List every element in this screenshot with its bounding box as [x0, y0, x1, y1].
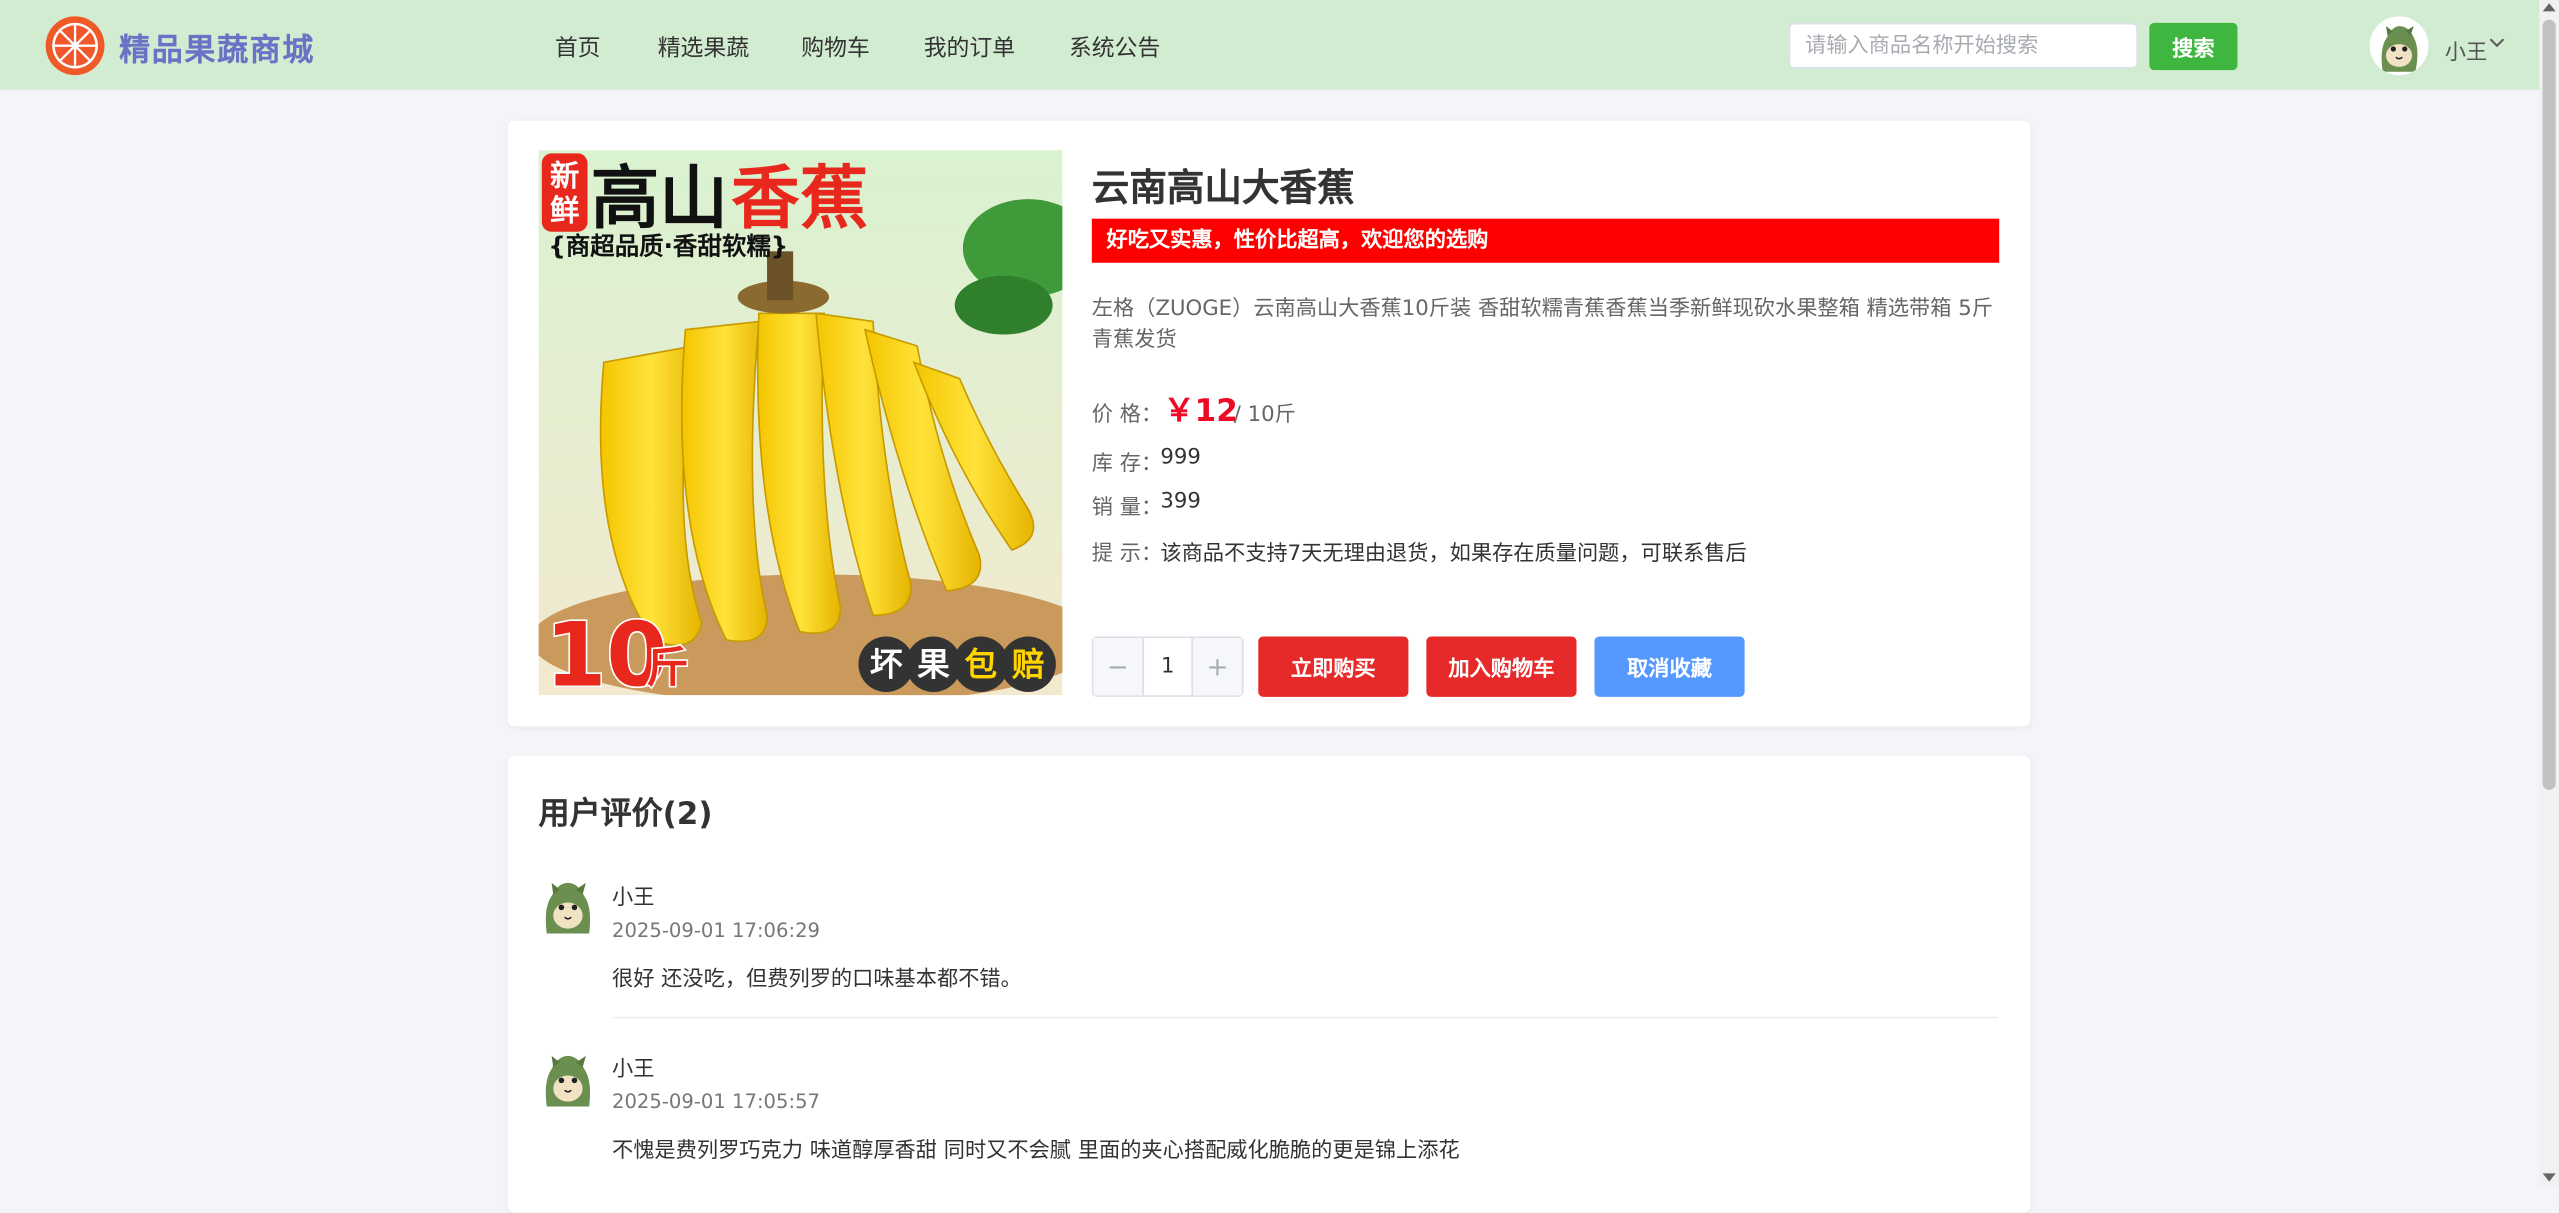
quantity-value[interactable]: 1 — [1144, 638, 1191, 695]
avatar[interactable] — [2369, 16, 2429, 76]
product-title: 云南高山大香蕉 — [1091, 168, 1355, 211]
nav-cart[interactable]: 购物车 — [801, 31, 870, 64]
review-time: 2025-09-01 17:06:29 — [612, 918, 821, 942]
add-to-cart-button[interactable]: 加入购物车 — [1426, 636, 1577, 697]
image-weight-unit: 斤 — [646, 644, 688, 693]
tip-label: 提 示： — [1091, 541, 1163, 567]
chevron-down-icon[interactable] — [2489, 34, 2505, 55]
product-price: ￥12 — [1163, 393, 1238, 430]
nav-my-orders[interactable]: 我的订单 — [924, 31, 1015, 64]
scroll-down-arrow-icon[interactable] — [2542, 1173, 2556, 1182]
review-user: 小王 — [612, 1057, 655, 1083]
grapefruit-logo-icon[interactable] — [45, 16, 105, 76]
image-badge-char-1: 新 — [550, 159, 579, 193]
unfavorite-button[interactable]: 取消收藏 — [1594, 636, 1745, 697]
minus-icon[interactable]: − — [1093, 638, 1145, 696]
image-guarantee-3: 包 — [965, 646, 998, 684]
quantity-stepper: − 1 + — [1091, 636, 1244, 697]
search-input[interactable] — [1788, 22, 2138, 69]
stock-label: 库 存： — [1091, 452, 1163, 477]
image-headline-1: 高山 — [591, 159, 728, 239]
tip-text: 该商品不支持7天无理由退货，如果存在质量问题，可联系售后 — [1160, 541, 1747, 567]
reviews-title: 用户评价(2) — [538, 796, 713, 833]
product-image: 新 鲜 高山 香蕉 {商超品质·香甜软糯} 10 斤 坏 果 包 赔 — [538, 150, 1063, 696]
review-time: 2025-09-01 17:05:57 — [612, 1090, 821, 1114]
review-user: 小王 — [612, 886, 655, 911]
price-label: 价 格： — [1091, 403, 1163, 428]
image-guarantee-1: 坏 — [870, 646, 903, 684]
nav-featured-produce[interactable]: 精选果蔬 — [658, 31, 749, 64]
review-avatar — [540, 1048, 595, 1107]
sales-value: 399 — [1160, 489, 1201, 515]
review-divider — [612, 1016, 1998, 1019]
user-name[interactable]: 小王 — [2445, 34, 2487, 65]
image-guarantee-4: 赔 — [1012, 646, 1045, 684]
plus-icon[interactable]: + — [1191, 638, 1242, 696]
nav-announcements[interactable]: 系统公告 — [1069, 31, 1160, 64]
sales-label: 销 量： — [1091, 496, 1163, 521]
scroll-up-arrow-icon[interactable] — [2542, 3, 2556, 12]
image-headline-2: 香蕉 — [731, 159, 868, 239]
image-guarantee-2: 果 — [917, 646, 950, 684]
product-slogan: 好吃又实惠，性价比超高，欢迎您的选购 — [1091, 218, 2000, 263]
scrollbar-thumb[interactable] — [2542, 19, 2556, 790]
nav-home[interactable]: 首页 — [555, 31, 601, 64]
review-text: 很好 还没吃，但费列罗的口味基本都不错。 — [612, 967, 1022, 993]
brand-name[interactable]: 精品果蔬商城 — [119, 26, 315, 70]
review-text: 不愧是费列罗巧克力 味道醇厚香甜 同时又不会腻 里面的夹心搭配威化脆脆的更是锦上… — [612, 1139, 1460, 1164]
image-tagline: {商超品质·香甜软糯} — [548, 232, 788, 261]
product-description: 左格（ZUOGE）云南高山大香蕉10斤装 香甜软糯青蕉香蕉当季新鲜现砍水果整箱 … — [1091, 297, 1993, 353]
page: 精品果蔬商城 首页 精选果蔬 购物车 我的订单 系统公告 搜索 小王 — [0, 0, 2559, 1213]
review-avatar — [540, 875, 595, 934]
buy-now-button[interactable]: 立即购买 — [1258, 636, 1409, 697]
price-unit: / 10斤 — [1233, 403, 1296, 428]
image-badge-char-2: 鲜 — [550, 193, 579, 227]
stock-value: 999 — [1160, 445, 1201, 471]
search-button[interactable]: 搜索 — [2149, 22, 2238, 71]
